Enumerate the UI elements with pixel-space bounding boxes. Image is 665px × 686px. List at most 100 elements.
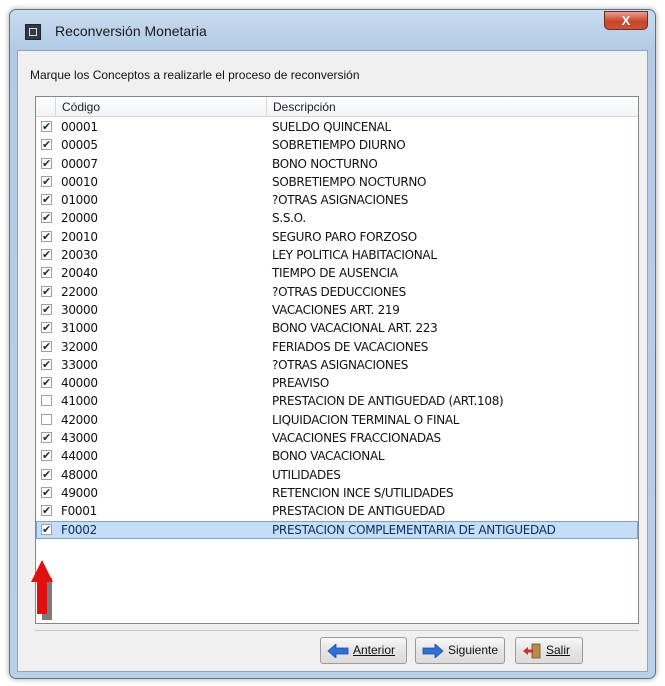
row-description: SEGURO PARO FORZOSO (272, 229, 417, 244)
row-checkbox[interactable]: ✔ (41, 377, 52, 389)
table-row[interactable]: ✔ 40000 PREAVISO (36, 374, 638, 392)
row-code: 00007 (61, 156, 98, 171)
row-description: ?OTRAS ASIGNACIONES (272, 193, 409, 208)
exit-label: Salir (546, 643, 571, 657)
table-row[interactable]: ✔ 20040 TIEMPO DE AUSENCIA (36, 264, 638, 282)
header-description[interactable]: Descripción (267, 97, 638, 117)
table-row[interactable]: ✔ 31000 BONO VACACIONAL ART. 223 (36, 319, 638, 337)
row-code: 20030 (61, 248, 98, 263)
row-code: 32000 (61, 339, 98, 354)
row-description: FERIADOS DE VACACIONES (272, 339, 429, 354)
row-code: 20040 (61, 266, 98, 281)
row-description: RETENCION INCE S/UTILIDADES (272, 485, 454, 500)
row-code: 00005 (61, 138, 98, 153)
table-row[interactable]: 41000 PRESTACION DE ANTIGUEDAD (ART.108) (36, 392, 638, 410)
row-checkbox[interactable]: ✔ (41, 139, 52, 151)
title-bar[interactable]: Reconversión Monetaria X (10, 10, 655, 50)
row-checkbox[interactable]: ✔ (41, 212, 52, 224)
table-row[interactable]: ✔ 33000 ?OTRAS ASIGNACIONES (36, 356, 638, 374)
reconversion-window: Reconversión Monetaria X Marque los Conc… (9, 9, 656, 679)
row-code: 20010 (61, 229, 98, 244)
header-check-column (36, 97, 56, 117)
next-label: Siguiente (448, 643, 499, 657)
row-description: ?OTRAS ASIGNACIONES (272, 357, 409, 372)
row-description: BONO VACACIONAL ART. 223 (272, 321, 438, 336)
row-description: LEY POLITICA HABITACIONAL (272, 248, 437, 263)
table-row[interactable]: ✔ 22000 ?OTRAS DEDUCCIONES (36, 283, 638, 301)
row-code: 20000 (61, 211, 98, 226)
table-row[interactable]: ✔ F0002 PRESTACION COMPLEMENTARIA DE ANTIG… (36, 520, 638, 539)
row-description: SUELDO QUINCENAL (272, 120, 391, 134)
table-body: ✔ 00001 SUELDO QUINCENAL ✔ 00005 SOBRETIEMPO … (36, 118, 638, 539)
row-description: PREAVISO (272, 376, 330, 391)
row-code: 41000 (61, 394, 98, 409)
row-checkbox[interactable]: ✔ (41, 285, 52, 297)
instruction-text: Marque los Conceptos a realizarle el pro… (30, 68, 360, 82)
row-checkbox[interactable]: ✔ (41, 194, 52, 206)
table-row[interactable]: ✔ 44000 BONO VACACIONAL (36, 447, 638, 465)
table-row[interactable]: ✔ 20010 SEGURO PARO FORZOSO (36, 228, 638, 246)
table-header: Código Descripción (36, 97, 638, 118)
next-button[interactable]: Siguiente (415, 637, 505, 664)
table-row[interactable]: ✔ 20000 S.S.O. (36, 209, 638, 227)
exit-button[interactable]: Salir (515, 637, 583, 664)
row-code: 31000 (61, 321, 98, 336)
row-checkbox[interactable]: ✔ (41, 230, 52, 242)
app-icon (25, 24, 41, 40)
row-checkbox[interactable]: ✔ (41, 505, 52, 517)
table-row[interactable]: ✔ 00010 SOBRETIEMPO NOCTURNO (36, 173, 638, 191)
row-checkbox[interactable]: ✔ (41, 486, 52, 498)
row-description: BONO VACACIONAL (272, 449, 385, 464)
row-checkbox[interactable]: ✔ (41, 267, 52, 279)
row-checkbox[interactable]: ✔ (41, 303, 52, 315)
row-checkbox[interactable]: ✔ (41, 322, 52, 334)
previous-button[interactable]: Anterior (320, 637, 407, 664)
row-description: UTILIDADES (272, 467, 341, 482)
row-code: 00010 (61, 174, 98, 189)
table-row[interactable]: ✔ 43000 VACACIONES FRACCIONADAS (36, 429, 638, 447)
row-description: SOBRETIEMPO NOCTURNO (272, 174, 427, 189)
row-checkbox[interactable]: ✔ (41, 468, 52, 480)
row-checkbox[interactable]: ✔ (41, 175, 52, 187)
row-description: TIEMPO DE AUSENCIA (272, 266, 398, 281)
row-checkbox[interactable]: ✔ (41, 450, 52, 462)
row-description: PRESTACION DE ANTIGUEDAD (272, 504, 445, 519)
row-checkbox[interactable]: ✔ (41, 340, 52, 352)
row-description: ?OTRAS DEDUCCIONES (272, 284, 407, 299)
row-description: PRESTACION COMPLEMENTARIA DE ANTIGUEDAD (272, 522, 556, 537)
row-checkbox[interactable]: ✔ (41, 432, 52, 444)
table-row[interactable]: ✔ 01000 ?OTRAS ASIGNACIONES (36, 191, 638, 209)
row-code: 40000 (61, 376, 98, 391)
row-code: F0001 (61, 504, 97, 519)
row-checkbox[interactable]: ✔ (41, 523, 52, 535)
row-checkbox[interactable]: ✔ (41, 358, 52, 370)
left-arrow-icon (327, 643, 349, 658)
table-row[interactable]: ✔ 20030 LEY POLITICA HABITACIONAL (36, 246, 638, 264)
row-description: LIQUIDACION TERMINAL O FINAL (272, 412, 460, 427)
row-description: SOBRETIEMPO DIURNO (272, 138, 406, 153)
row-description: VACACIONES FRACCIONADAS (272, 431, 441, 446)
row-checkbox[interactable]: ✔ (41, 249, 52, 261)
table-row[interactable]: ✔ 00007 BONO NOCTURNO (36, 155, 638, 173)
table-row[interactable]: ✔ 32000 FERIADOS DE VACACIONES (36, 338, 638, 356)
table-row[interactable]: ✔ 00001 SUELDO QUINCENAL (36, 118, 638, 136)
row-code: 30000 (61, 302, 98, 317)
header-code[interactable]: Código (56, 97, 267, 117)
table-row[interactable]: ✔ 00005 SOBRETIEMPO DIURNO (36, 136, 638, 154)
exit-door-icon (523, 643, 541, 659)
row-checkbox[interactable]: ✔ (41, 121, 52, 132)
close-button[interactable]: X (604, 11, 648, 30)
table-row[interactable]: ✔ F0001 PRESTACION DE ANTIGUEDAD (36, 502, 638, 520)
table-row[interactable]: ✔ 49000 RETENCION INCE S/UTILIDADES (36, 484, 638, 502)
row-code: 22000 (61, 284, 98, 299)
table-row[interactable]: 42000 LIQUIDACION TERMINAL O FINAL (36, 411, 638, 429)
row-checkbox[interactable] (41, 395, 52, 407)
table-row[interactable]: ✔ 48000 UTILIDADES (36, 466, 638, 484)
row-checkbox[interactable] (41, 413, 52, 425)
row-description: VACACIONES ART. 219 (272, 302, 400, 317)
row-checkbox[interactable]: ✔ (41, 157, 52, 169)
table-row[interactable]: ✔ 30000 VACACIONES ART. 219 (36, 301, 638, 319)
row-code: 44000 (61, 449, 98, 464)
row-code: F0002 (61, 522, 97, 537)
row-code: 49000 (61, 485, 98, 500)
